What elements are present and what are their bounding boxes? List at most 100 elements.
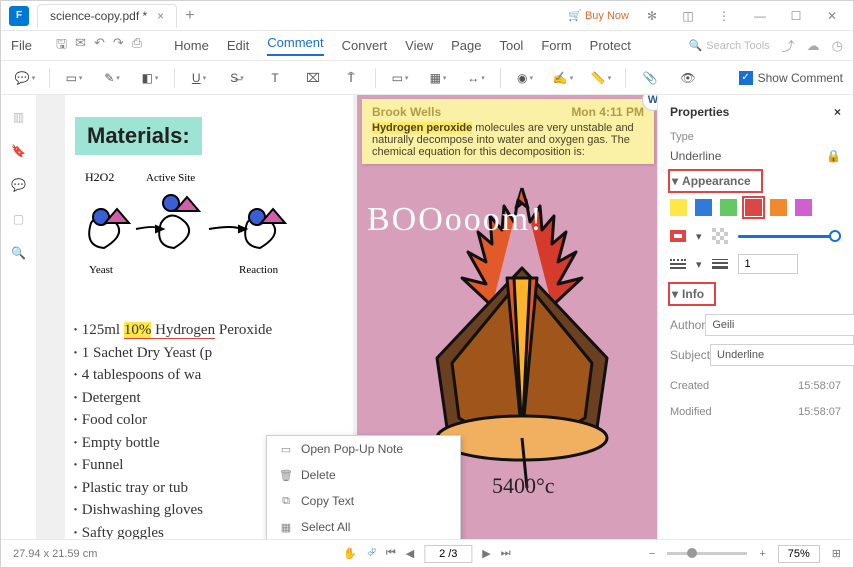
info-section-header[interactable]: ▾ Info (670, 284, 714, 304)
minimize-icon[interactable]: ― (747, 6, 773, 26)
menu-file[interactable]: File (11, 38, 32, 53)
line-style-icon[interactable] (670, 259, 686, 269)
swatch-blue[interactable] (695, 199, 712, 216)
document-canvas[interactable]: Materials: H2O2 (37, 95, 657, 539)
properties-close-icon[interactable]: × (834, 105, 841, 119)
menu-page[interactable]: Page (451, 38, 481, 53)
menu-edit[interactable]: Edit (227, 38, 249, 53)
comments-icon[interactable]: 💬 (11, 177, 27, 193)
close-icon[interactable]: ✕ (819, 6, 845, 26)
notifications-icon[interactable]: ◫ (675, 6, 701, 26)
subject-input[interactable] (710, 344, 854, 366)
cloud-icon[interactable]: ☁ (807, 38, 820, 54)
menu-comment[interactable]: Comment (267, 35, 323, 56)
eraser-tool-icon[interactable]: ◧▾ (136, 66, 164, 90)
page-next-icon[interactable]: ▶ (482, 547, 490, 560)
signature-tool-icon[interactable]: ✍▾ (549, 66, 577, 90)
svg-text:Reaction: Reaction (239, 264, 279, 276)
document-tab[interactable]: science-copy.pdf * × (37, 4, 177, 28)
cm-copy-text[interactable]: ⧉Copy Text (267, 488, 460, 514)
menu-form[interactable]: Form (541, 38, 571, 53)
type-label: Type (670, 131, 841, 143)
swatch-orange[interactable] (770, 199, 787, 216)
zoom-in-icon[interactable]: + (759, 548, 765, 560)
menu-convert[interactable]: Convert (342, 38, 388, 53)
note-tool-icon[interactable]: 💬▾ (11, 66, 39, 90)
attachment-tool-icon[interactable]: 📎 (636, 66, 664, 90)
more-icon[interactable]: ⋮ (711, 6, 737, 26)
fields-icon[interactable]: ▢ (11, 211, 27, 227)
appearance-section-header[interactable]: ▾ Appearance (670, 171, 761, 191)
cm-open-popup[interactable]: ▭Open Pop-Up Note (267, 436, 460, 462)
author-input[interactable] (705, 314, 854, 336)
select-tool-icon[interactable]: ⮰ (367, 547, 376, 560)
swatch-purple[interactable] (795, 199, 812, 216)
modified-value: 15:58:07 (798, 406, 841, 418)
menu-view[interactable]: View (405, 38, 433, 53)
rectangle-tool-icon[interactable]: ▭▾ (386, 66, 414, 90)
opacity-slider[interactable] (738, 235, 841, 238)
zoom-input[interactable] (778, 545, 820, 563)
underline-tool-icon[interactable]: U▾ (185, 66, 213, 90)
hand-tool-icon[interactable]: ✋ (343, 547, 357, 560)
page-last-icon[interactable]: ⏭ (501, 547, 511, 560)
list-item: 1 Sachet Dry Yeast (p (73, 342, 272, 365)
cm-delete[interactable]: 🗑Delete (267, 462, 460, 488)
search-icon[interactable]: 🔍 (11, 245, 27, 261)
maximize-icon[interactable]: ☐ (783, 6, 809, 26)
opacity-icon[interactable] (712, 228, 728, 244)
open-icon: ▭ (279, 442, 293, 456)
strikethrough-tool-icon[interactable]: S̶▾ (223, 66, 251, 90)
thumbnails-icon[interactable]: ▥ (11, 109, 27, 125)
border-color-icon[interactable] (670, 230, 686, 242)
fit-page-icon[interactable]: ⊞ (832, 547, 841, 560)
list-item: 4 tablespoons of wa (73, 364, 272, 387)
menu-protect[interactable]: Protect (590, 38, 631, 53)
qat-print-icon[interactable]: ⎙ (132, 35, 142, 57)
sidebar-left: ▥ 🔖 💬 ▢ 🔍 (1, 95, 37, 539)
cm-select-all[interactable]: ▦Select All (267, 514, 460, 539)
search-tools-input[interactable]: 🔍 Search Tools (689, 39, 770, 52)
tab-add-icon[interactable]: + (185, 7, 194, 25)
menubar: File 🖫 ✉ ↶ ↷ ⎙ Home Edit Comment Convert… (1, 31, 853, 61)
bookmarks-icon[interactable]: 🔖 (11, 143, 27, 159)
page-prev-icon[interactable]: ◀ (406, 547, 414, 560)
line-thickness-icon[interactable] (712, 259, 728, 269)
area-highlight-tool-icon[interactable]: ▦▾ (424, 66, 452, 90)
menu-tool[interactable]: Tool (499, 38, 523, 53)
help-icon[interactable]: ◷ (832, 38, 843, 54)
page-first-icon[interactable]: ⏮ (386, 547, 396, 560)
share-icon[interactable]: ⤴ (782, 36, 795, 55)
lock-icon[interactable]: 🔒 (826, 149, 841, 163)
stamp-tool-icon[interactable]: ◉▾ (511, 66, 539, 90)
line-tool-icon[interactable]: ↔▾ (462, 66, 490, 90)
zoom-slider[interactable] (667, 552, 747, 555)
comment-note[interactable]: W Brook Wells Mon 4:11 PM Hydrogen perox… (362, 99, 654, 164)
callout-tool-icon[interactable]: ⌧ (299, 66, 327, 90)
qat-undo-icon[interactable]: ↶ (94, 35, 105, 57)
swatch-red[interactable] (745, 199, 762, 216)
measurements-tool-icon[interactable]: 📏▾ (587, 66, 615, 90)
qat-save-icon[interactable]: 🖫 (56, 35, 67, 57)
pencil-tool-icon[interactable]: ✎▾ (98, 66, 126, 90)
thickness-input[interactable] (738, 254, 798, 274)
created-label: Created (670, 380, 709, 392)
select-all-icon: ▦ (279, 520, 293, 534)
qat-redo-icon[interactable]: ↷ (113, 35, 124, 57)
gift-icon[interactable]: ✻ (639, 6, 665, 26)
swatch-yellow[interactable] (670, 199, 687, 216)
textbox-tool-icon[interactable]: T (261, 66, 289, 90)
context-menu: ▭Open Pop-Up Note 🗑Delete ⧉Copy Text ▦Se… (266, 435, 461, 539)
tab-close-icon[interactable]: × (157, 9, 164, 23)
text-callout-tool-icon[interactable]: T̄ (337, 66, 365, 90)
qat-mail-icon[interactable]: ✉ (75, 35, 86, 57)
menu-home[interactable]: Home (174, 38, 209, 53)
buy-now-link[interactable]: 🛒 Buy Now (568, 9, 629, 22)
zoom-out-icon[interactable]: − (649, 548, 655, 560)
hide-comments-icon[interactable]: 👁 (674, 66, 702, 90)
swatch-green[interactable] (720, 199, 737, 216)
highlight-tool-icon[interactable]: ▭▾ (60, 66, 88, 90)
copy-icon: ⧉ (279, 494, 293, 508)
page-input[interactable] (424, 545, 472, 563)
show-comment-toggle[interactable]: ✓ Show Comment (739, 71, 843, 85)
